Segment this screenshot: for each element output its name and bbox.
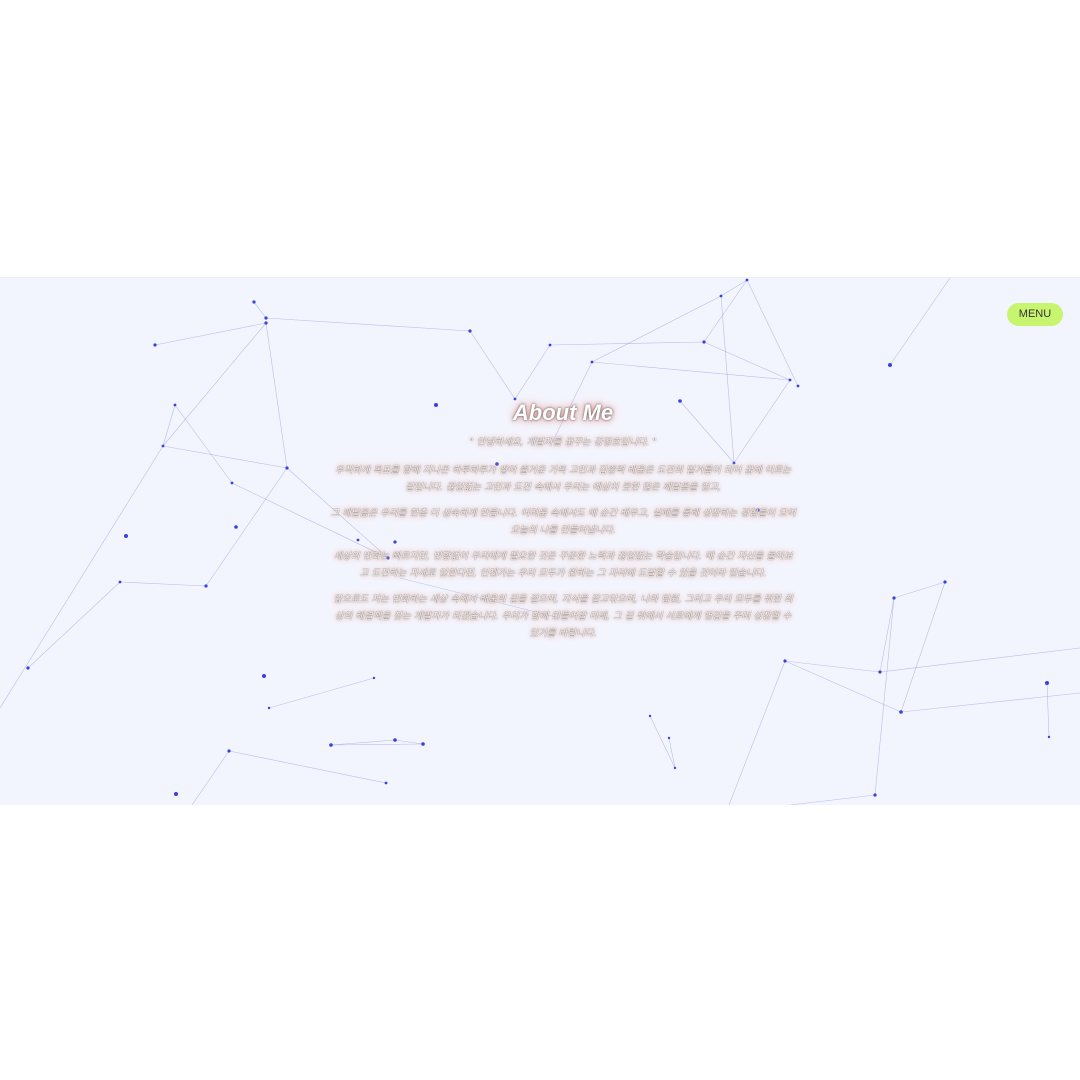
about-paragraph-4: 앞으로도 저는 변화하는 세상 속에서 배움의 길을 걸으며, 지식을 갈고닦으… xyxy=(333,594,793,639)
about-paragraph-3: 세상의 변화는 빠르지만, 변함없이 우리에게 필요한 것은 꾸준한 노력과 끊… xyxy=(333,551,793,579)
page: MENU About Me " 안녕하세요, 개발자를 꿈꾸는 강정호입니다. … xyxy=(0,0,1080,1080)
about-paragraph-2: 그 깨달음은 우리를 한층 더 성숙하게 만듭니다. 어려움 속에서도 매 순간… xyxy=(330,508,796,536)
about-section: MENU About Me " 안녕하세요, 개발자를 꿈꾸는 강정호입니다. … xyxy=(0,277,1080,805)
about-title: About Me xyxy=(512,400,614,425)
about-paragraph-1: 우직하게 목표를 향해 지나온 하루하루가 쌓여 즐거운 가득 고민과 집중력 … xyxy=(334,465,792,493)
about-greeting: " 안녕하세요, 개발자를 꿈꾸는 강정호입니다. " xyxy=(469,437,657,448)
about-content: About Me " 안녕하세요, 개발자를 꿈꾸는 강정호입니다. " 우직하… xyxy=(330,400,796,651)
menu-button[interactable]: MENU xyxy=(1007,303,1063,326)
